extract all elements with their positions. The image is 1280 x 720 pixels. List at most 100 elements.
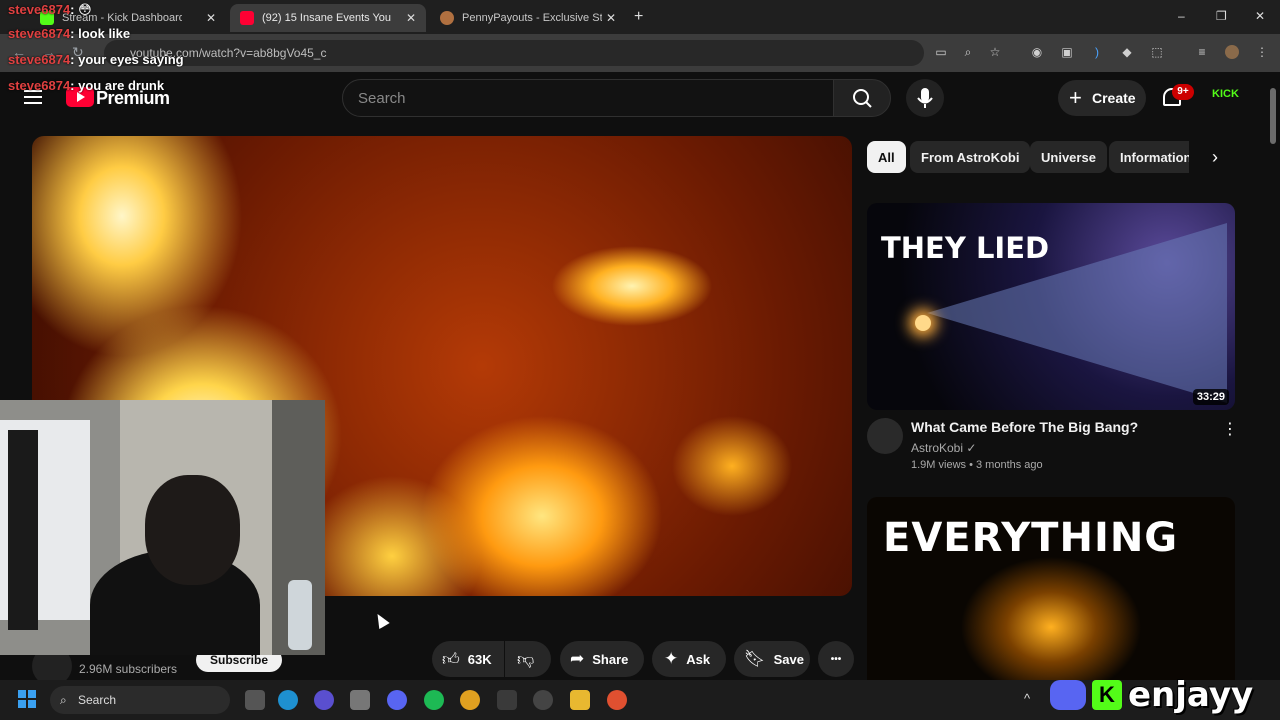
share-button[interactable]: ➦ Share <box>560 641 644 677</box>
edge-icon[interactable] <box>278 690 298 710</box>
browser-tab-youtube[interactable]: (92) 15 Insane Events You W ✕ <box>230 4 426 32</box>
media-control-icon[interactable]: ≡ <box>1195 45 1209 59</box>
chat-text: : you are drunk <box>70 78 165 93</box>
notification-count-badge: 9+ <box>1172 84 1194 100</box>
extension-icon[interactable]: ) <box>1090 45 1104 59</box>
search-icon <box>853 89 872 108</box>
sparkle-icon: ✦ <box>664 649 679 668</box>
browser-menu-icon[interactable]: ⋮ <box>1255 45 1269 59</box>
page-scrollbar[interactable] <box>1270 88 1276 144</box>
extension-icon[interactable]: ◉ <box>1030 45 1044 59</box>
thumbnail-art <box>915 315 931 331</box>
chip-all[interactable]: All <box>867 141 906 173</box>
minimize-button[interactable]: – <box>1178 9 1185 23</box>
ask-label: Ask <box>686 651 711 667</box>
task-view-icon[interactable] <box>245 690 265 710</box>
search-input[interactable]: Search <box>342 79 834 117</box>
subscriber-count: 2.96M subscribers <box>79 662 178 676</box>
more-options-icon[interactable]: ⋮ <box>1222 419 1238 439</box>
zoom-icon[interactable]: ⌕ <box>961 45 975 59</box>
streamer-brand-overlay: K enjayy <box>1050 672 1253 718</box>
file-explorer-icon[interactable] <box>570 690 590 710</box>
app-icon[interactable] <box>314 690 334 710</box>
chat-message: steve6874: you are drunk <box>8 78 164 93</box>
create-button[interactable]: + Create <box>1058 80 1146 116</box>
chat-message: steve6874: look like <box>8 26 130 41</box>
chat-username: steve6874 <box>8 2 71 17</box>
recommended-thumbnail[interactable]: THEY LIED 33:29 <box>867 203 1235 410</box>
chevron-up-icon[interactable]: ^ <box>1024 691 1030 706</box>
install-app-icon[interactable]: ▭ <box>934 45 948 59</box>
close-tab-icon[interactable]: ✕ <box>606 11 616 25</box>
new-tab-button[interactable]: + <box>634 8 643 26</box>
youtube-icon <box>240 11 254 25</box>
chrome-icon[interactable] <box>607 690 627 710</box>
chat-username: steve6874 <box>8 52 71 67</box>
extension-icon[interactable]: ▣ <box>1060 45 1074 59</box>
chat-message: steve6874: 😳 <box>8 2 92 18</box>
thumbnail-text: EVERYTHING <box>883 515 1179 561</box>
browser-tab-pennypayouts[interactable]: PennyPayouts - Exclusive Stake ✕ <box>430 4 626 32</box>
streamer-figure <box>145 475 240 585</box>
close-tab-icon[interactable]: ✕ <box>206 11 216 25</box>
plus-icon: + <box>1069 85 1082 110</box>
maximize-button[interactable]: ❐ <box>1216 9 1227 23</box>
chip-universe[interactable]: Universe <box>1030 141 1107 173</box>
chat-username: steve6874 <box>8 26 71 41</box>
share-icon: ➦ <box>570 649 585 668</box>
chrome-icon[interactable] <box>460 690 480 710</box>
view-count: 1.9M views <box>911 459 967 471</box>
voice-search-button[interactable] <box>906 79 944 117</box>
like-count: 63K <box>467 651 492 667</box>
recommended-video-meta: 1.9M views • 3 months ago <box>911 459 1043 471</box>
discord-logo-icon <box>1050 680 1086 710</box>
account-avatar[interactable]: KICK <box>1212 88 1239 100</box>
snipping-tool-icon[interactable] <box>350 690 370 710</box>
address-bar[interactable]: youtube.com/watch?v=ab8bgVo45_c <box>104 40 924 66</box>
discord-icon[interactable] <box>387 690 407 710</box>
create-label: Create <box>1092 90 1136 106</box>
pennypayouts-icon <box>440 11 454 25</box>
save-label: Save <box>773 651 804 667</box>
chip-from-astrokobi[interactable]: From AstroKobi <box>910 141 1031 173</box>
streamer-name: enjayy <box>1128 675 1254 715</box>
obs-icon[interactable] <box>533 690 553 710</box>
thumbnail-text: THEY LIED <box>881 231 1050 265</box>
recommended-channel-name[interactable]: AstroKobi ✓ <box>911 441 976 455</box>
recommended-video-title[interactable]: What Came Before The Big Bang? <box>911 419 1138 435</box>
bookmark-star-icon[interactable]: ☆ <box>988 45 1002 59</box>
search-button[interactable] <box>833 79 891 117</box>
more-actions-button[interactable]: ••• <box>818 641 854 677</box>
close-tab-icon[interactable]: ✕ <box>406 11 416 25</box>
thumbs-down-icon: 👎︎ <box>517 649 535 669</box>
chip-information[interactable]: Information <box>1109 141 1189 173</box>
save-button[interactable]: 🔖︎ Save <box>734 641 810 677</box>
chat-text: : your eyes saying <box>70 52 184 67</box>
dislike-button[interactable]: 👎︎ <box>505 641 551 677</box>
ask-button[interactable]: ✦ Ask <box>652 641 726 677</box>
kick-logo-icon: K <box>1092 680 1122 710</box>
upload-age: 3 months ago <box>976 459 1043 471</box>
share-label: Share <box>592 651 629 667</box>
channel-avatar[interactable] <box>867 418 903 454</box>
webcam-object <box>288 580 312 650</box>
extension-icon[interactable]: ◆ <box>1120 45 1134 59</box>
taskbar-search[interactable]: Search <box>50 686 230 714</box>
calculator-icon[interactable] <box>497 690 517 710</box>
tab-title: PennyPayouts - Exclusive Stake <box>462 12 602 24</box>
like-button[interactable]: 👍︎ 63K <box>432 641 504 677</box>
chat-username: steve6874 <box>8 78 71 93</box>
chat-text: : 😳 <box>70 2 92 17</box>
chevron-right-icon[interactable]: › <box>1200 141 1230 173</box>
chat-text: : look like <box>70 26 131 41</box>
windows-start-icon[interactable] <box>18 690 36 708</box>
chat-message: steve6874: your eyes saying <box>8 52 184 67</box>
profile-avatar[interactable] <box>1225 45 1239 59</box>
extensions-puzzle-icon[interactable]: ⬚ <box>1150 45 1164 59</box>
close-window-button[interactable]: ✕ <box>1255 9 1265 23</box>
search-icon: ⌕ <box>60 693 67 707</box>
recommended-thumbnail[interactable]: EVERYTHING <box>867 497 1235 680</box>
spotify-icon[interactable] <box>424 690 444 710</box>
tab-title: (92) 15 Insane Events You W <box>262 12 392 24</box>
bookmark-icon: 🔖︎ <box>744 649 766 668</box>
